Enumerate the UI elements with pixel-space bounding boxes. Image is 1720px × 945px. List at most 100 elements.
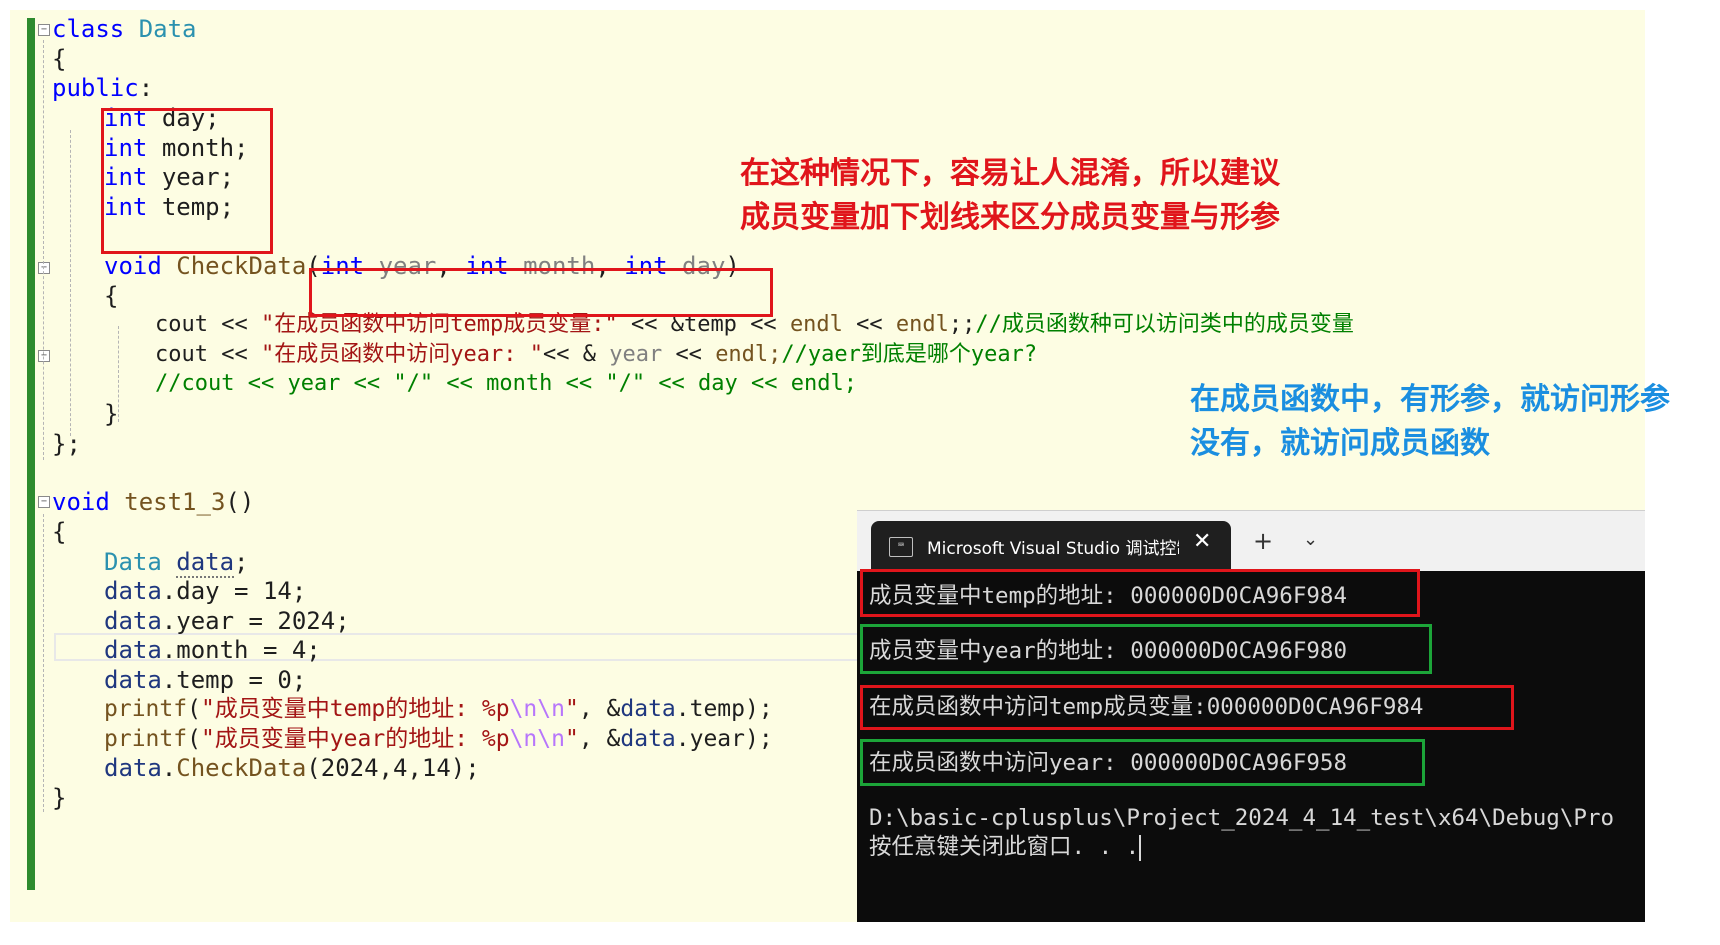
- console-output-line: D:\basic-cplusplus\Project_2024_4_14_tes…: [869, 805, 1615, 831]
- variable: data: [104, 666, 162, 694]
- comment: //yaer到底是哪个year?: [781, 342, 1038, 367]
- type-name: Data: [104, 548, 162, 576]
- code-line-printf-year: printf("成员变量中year的地址: %p\n\n", &data.yea…: [104, 724, 773, 754]
- code-line: {: [104, 281, 118, 311]
- close-icon[interactable]: ✕: [1193, 529, 1211, 554]
- variable: data: [104, 577, 162, 605]
- highlight-output-year-addr: [860, 624, 1432, 674]
- operator: &: [582, 342, 596, 367]
- variable: data: [620, 696, 676, 722]
- fold-function-icon[interactable]: −: [38, 496, 50, 508]
- dot: .: [161, 754, 177, 782]
- brace: {: [52, 518, 67, 546]
- code-line-function-signature: void test1_3(): [52, 487, 254, 517]
- keyword: class: [52, 15, 125, 43]
- annotation-line: 在成员函数中，有形参，就访问形参: [1190, 382, 1670, 417]
- string-literal: "在成员函数中访问year: ": [260, 342, 543, 367]
- escape-sequence: \n\n: [509, 696, 565, 722]
- terminal-icon: ⌨: [889, 537, 913, 557]
- fold-class-icon[interactable]: −: [38, 24, 50, 36]
- keyword: void: [52, 488, 110, 516]
- class-name: Data: [138, 15, 197, 43]
- operator: <<: [675, 342, 702, 367]
- semicolons: ;;: [948, 312, 976, 337]
- quote: ": [564, 726, 579, 752]
- code-line: };: [52, 429, 81, 459]
- annotation-naming-advice: 在这种情况下，容易让人混淆，所以建议 成员变量加下划线来区分成员变量与形参: [740, 152, 1280, 240]
- string-literal: "成员变量中year的地址: %p: [200, 726, 510, 752]
- assignment: .day = 14;: [161, 577, 307, 605]
- code-line: data.month = 4;: [104, 635, 321, 665]
- paren: (: [187, 696, 201, 722]
- text-cursor: [1139, 834, 1142, 861]
- code-line: data.year = 2024;: [104, 606, 350, 636]
- string-literal: "成员变量中temp的地址: %p: [200, 696, 510, 722]
- variable: data: [176, 548, 235, 578]
- outline-guide-function: [43, 514, 44, 812]
- member-access: .temp);: [675, 696, 773, 722]
- code-line: }: [104, 399, 118, 429]
- comment: //成员函数种可以访问类中的成员变量: [975, 312, 1354, 337]
- assignment: .month = 4;: [161, 636, 321, 664]
- code-line-method-call: data.CheckData(2024,4,14);: [104, 753, 480, 783]
- method-name: CheckData: [176, 252, 307, 280]
- annotation-scope-rule: 在成员函数中，有形参，就访问形参 没有，就访问成员函数: [1190, 378, 1670, 466]
- code-line: {: [52, 44, 66, 74]
- operator: <<: [221, 312, 248, 337]
- variable: data: [104, 636, 162, 664]
- fold-comment-icon[interactable]: −: [38, 350, 50, 362]
- highlight-output-temp-addr: [860, 569, 1420, 617]
- function-name: test1_3: [124, 488, 226, 516]
- highlight-output-member-year: [860, 739, 1425, 786]
- call-args: (2024,4,14);: [306, 754, 480, 782]
- semicolon: ;: [234, 548, 249, 576]
- highlight-output-member-temp: [860, 685, 1514, 730]
- arg-separator: , &: [578, 696, 621, 722]
- fold-method-icon[interactable]: −: [38, 262, 50, 274]
- quote: ": [564, 696, 579, 722]
- indent-guide: [70, 130, 71, 436]
- parens: (): [225, 488, 255, 516]
- annotation-line: 在这种情况下，容易让人混淆，所以建议: [740, 156, 1280, 191]
- assignment: .temp = 0;: [161, 666, 307, 694]
- brace: {: [52, 45, 67, 73]
- variable: data: [104, 754, 162, 782]
- code-line: public:: [52, 73, 153, 103]
- code-line: {: [52, 517, 66, 547]
- code-line: Data data;: [104, 547, 249, 578]
- method-call: CheckData: [176, 754, 307, 782]
- code-line: data.day = 14;: [104, 576, 306, 606]
- code-line: data.temp = 0;: [104, 665, 306, 695]
- code-line: }: [52, 783, 66, 813]
- change-margin-bar: [27, 18, 35, 890]
- highlight-member-variables: [101, 108, 273, 254]
- console-tab[interactable]: ⌨ Microsoft Visual Studio 调试控制台 ✕: [871, 521, 1231, 571]
- console-prompt-line: 按任意键关闭此窗口. . .: [869, 832, 1142, 862]
- escape-sequence: \n\n: [509, 726, 565, 752]
- variable: data: [620, 726, 676, 752]
- new-tab-plus-icon[interactable]: +: [1253, 527, 1273, 555]
- code-line: class Data: [52, 14, 197, 44]
- code-line-cout-year: cout << "在成员函数中访问year: "<< & year << end…: [155, 340, 1037, 370]
- colon: :: [138, 74, 154, 102]
- console-title-bar: ⌨ Microsoft Visual Studio 调试控制台 ✕ + ⌄: [857, 510, 1645, 571]
- chevron-down-icon[interactable]: ⌄: [1303, 529, 1318, 550]
- console-tab-title: Microsoft Visual Studio 调试控制台: [927, 539, 1179, 559]
- function-call: printf: [104, 696, 188, 722]
- identifier: endl: [789, 312, 843, 337]
- member-access: .year);: [675, 726, 773, 752]
- access-specifier: public: [52, 74, 139, 102]
- highlight-method-params: [309, 268, 773, 317]
- arg-separator: , &: [578, 726, 621, 752]
- param-ref: year: [609, 342, 663, 367]
- code-line-commented: //cout << year << "/" << month << "/" <<…: [155, 371, 857, 396]
- paren: (: [187, 726, 201, 752]
- annotation-line: 没有，就访问成员函数: [1190, 426, 1490, 461]
- outline-guide-class: [43, 40, 44, 460]
- class-end: };: [52, 430, 81, 458]
- variable: data: [104, 607, 162, 635]
- identifier: endl;: [715, 342, 782, 367]
- operator: <<: [221, 342, 248, 367]
- operator: <<: [542, 342, 570, 367]
- operator: <<: [856, 312, 883, 337]
